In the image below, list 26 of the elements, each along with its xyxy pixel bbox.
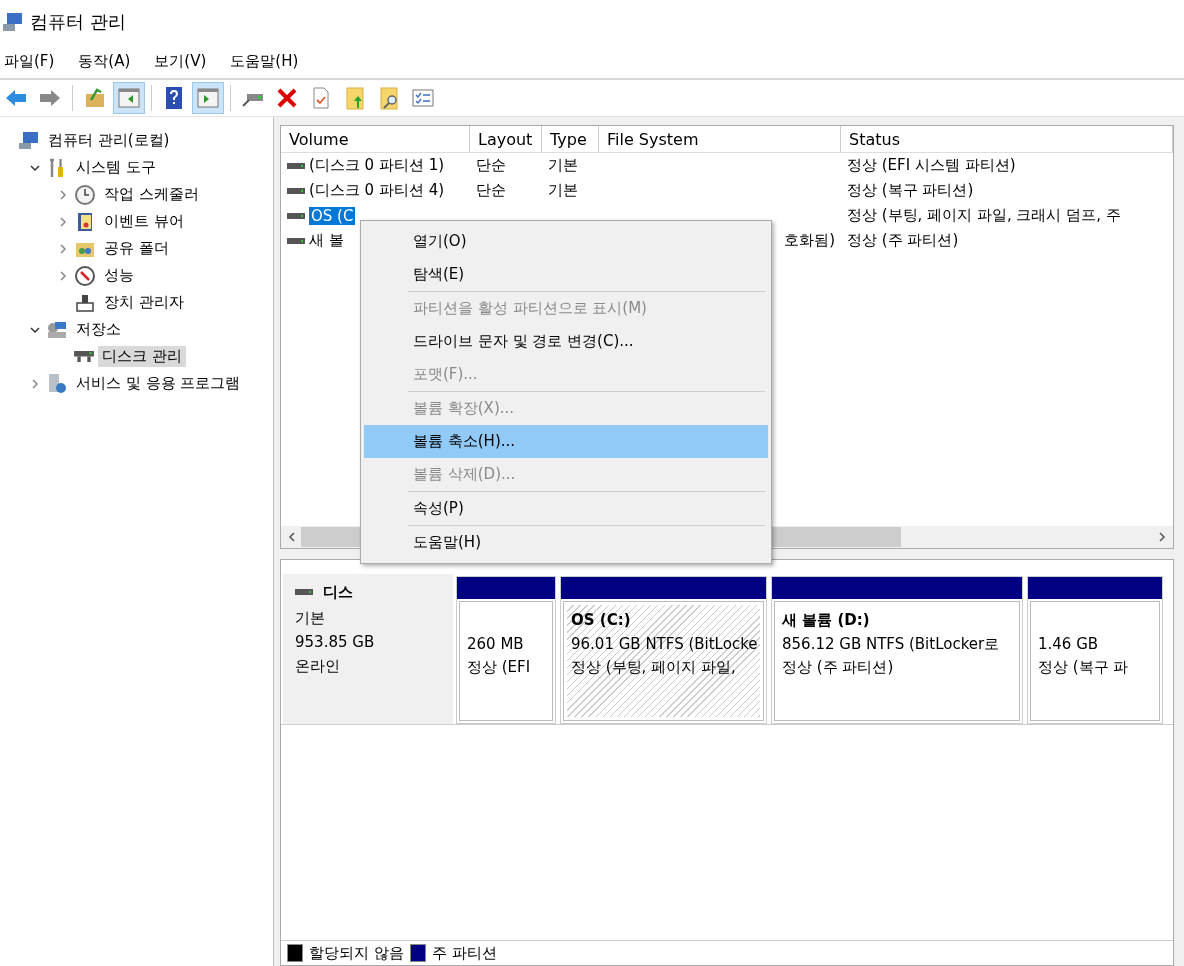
- table-cell: 정상 (부팅, 페이지 파일, 크래시 덤프, 주: [847, 206, 1121, 225]
- table-cell: 정상 (복구 파티션): [847, 181, 974, 200]
- partition-info-text: 856.12 GB NTFS (BitLocker로: [782, 634, 1001, 655]
- partition-title: 새 볼륨 (D:): [782, 611, 871, 631]
- table-cell: 기본: [548, 181, 578, 200]
- legend-label: 할당되지 않음: [309, 943, 404, 963]
- legend-label: 주 파티션: [431, 943, 497, 963]
- table-cell: 호화됨): [784, 231, 835, 250]
- partition-info-text: 260 MB: [467, 634, 525, 655]
- partition-info-text: 정상 (주 파티션): [782, 657, 895, 678]
- partition-title: OS (C:): [571, 611, 632, 631]
- partition-info-text: 96.01 GB NTFS (BitLocke: [571, 634, 756, 655]
- partition-info-text: 정상 (부팅, 페이지 파일,: [571, 657, 737, 678]
- table-cell: 정상 (주 파티션): [847, 231, 959, 250]
- window-title: 컴퓨터 관리: [30, 10, 126, 34]
- disk-info-text: 온라인: [295, 656, 341, 677]
- partition-info-text: 정상 (EFI: [467, 657, 532, 678]
- disk-info-text: 기본: [295, 608, 326, 629]
- table-cell: 단순: [476, 181, 506, 200]
- table-cell: 단순: [476, 156, 506, 175]
- table-cell: 기본: [548, 156, 578, 175]
- disk-info-text: 953.85 GB: [295, 632, 376, 653]
- partition-info-text: 1.46 GB: [1038, 634, 1100, 655]
- table-cell: 정상 (EFI 시스템 파티션): [847, 156, 1016, 175]
- disk-name: 디스: [323, 582, 353, 602]
- partition-info-text: 정상 (복구 파: [1038, 657, 1130, 678]
